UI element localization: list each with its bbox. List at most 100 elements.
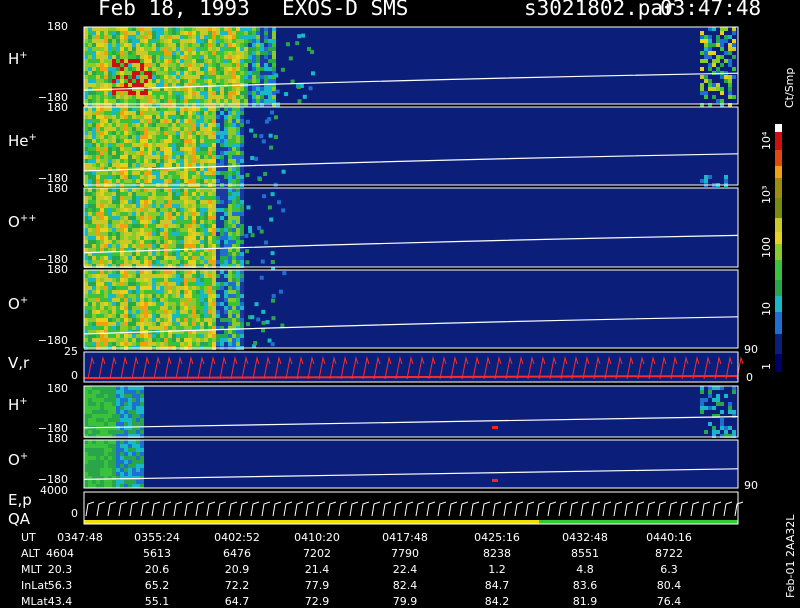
heatmap-cell [297,34,302,39]
heatmap-cell [108,278,112,282]
heatmap-cell [220,95,224,99]
heatmap-cell [116,244,120,248]
heatmap-cell [84,468,88,472]
heatmap-cell [120,236,124,240]
heatmap-cell [704,430,708,434]
heatmap-cell [108,394,112,398]
heatmap-cell [136,224,140,228]
heatmap-cell [132,67,136,71]
heatmap-cell [204,290,208,294]
heatmap-cell [92,111,96,115]
heatmap-cell [180,196,184,200]
heatmap-cell [200,51,204,55]
heatmap-cell [128,402,132,406]
heatmap-cell [204,256,208,260]
heatmap-cell [96,131,100,135]
heatmap-cell [196,310,200,314]
heatmap-cell [236,200,240,204]
heatmap-cell [724,394,728,398]
heatmap-cell [144,236,148,240]
heatmap-cell [100,107,104,111]
heatmap-cell [224,192,228,196]
heatmap-cell [124,480,128,484]
heatmap-cell [152,188,156,192]
heatmap-cell [232,334,236,338]
heatmap-cell [96,204,100,208]
colorbar-segment [775,296,782,312]
heatmap-cell [96,390,100,394]
heatmap-cell [84,188,88,192]
heatmap-cell [104,298,108,302]
heatmap-cell [156,95,160,99]
heatmap-cell [156,135,160,139]
heatmap-cell [88,83,92,87]
heatmap-cell [136,163,140,167]
heatmap-cell [88,95,92,99]
heatmap-cell [104,410,108,414]
heatmap-cell [112,123,116,127]
heatmap-cell [176,260,180,264]
heatmap-cell [144,107,148,111]
heatmap-cell [252,63,256,67]
heatmap-cell [160,155,164,159]
heatmap-cell [236,35,240,39]
heatmap-cell [200,135,204,139]
heatmap-cell [124,171,128,175]
heatmap-cell [136,192,140,196]
heatmap-cell [108,334,112,338]
heatmap-cell [160,163,164,167]
heatmap-cell [168,171,172,175]
heatmap-cell [96,155,100,159]
heatmap-cell [124,119,128,123]
heatmap-cell [128,290,132,294]
heatmap-cell [168,75,172,79]
heatmap-cell [164,208,168,212]
heatmap-cell [212,228,216,232]
heatmap-cell [92,306,96,310]
heatmap-cell [232,252,236,256]
heatmap-cell [152,282,156,286]
heatmap-cell [192,71,196,75]
colorbar-segment [775,150,782,166]
heatmap-cell [720,402,724,406]
heatmap-cell [116,143,120,147]
heatmap-cell [244,87,248,91]
heatmap-cell [120,302,124,306]
heatmap-cell [204,99,208,103]
heatmap-cell [216,147,220,151]
heatmap-cell [252,79,256,83]
heatmap-cell [96,83,100,87]
heatmap-cell [256,75,260,79]
heatmap-cell [132,135,136,139]
heatmap-cell [232,256,236,260]
heatmap-cell [168,260,172,264]
heatmap-cell [204,216,208,220]
heatmap-cell [240,232,244,236]
heatmap-cell [152,334,156,338]
heatmap-cell [260,43,264,47]
heatmap-cell [240,322,244,326]
heatmap-cell [100,159,104,163]
heatmap-cell [188,175,192,179]
heatmap-cell [116,278,120,282]
heatmap-cell [148,83,152,87]
heatmap-cell [84,294,88,298]
heatmap-cell [172,75,176,79]
heatmap-cell [244,67,248,71]
heatmap-cell [224,216,228,220]
heatmap-cell [84,322,88,326]
heatmap-cell [240,260,244,264]
heatmap-cell [108,95,112,99]
heatmap-cell [140,338,144,342]
heatmap-cell [224,51,228,55]
heatmap-cell [108,310,112,314]
heatmap-cell [108,464,112,468]
heatmap-cell [272,51,276,55]
heatmap-cell [240,131,244,135]
heatmap-cell [168,228,172,232]
heatmap-cell [188,338,192,342]
heatmap-cell [732,55,736,59]
heatmap-cell [144,256,148,260]
heatmap-cell [104,480,108,484]
colorbar-segment [775,280,782,296]
